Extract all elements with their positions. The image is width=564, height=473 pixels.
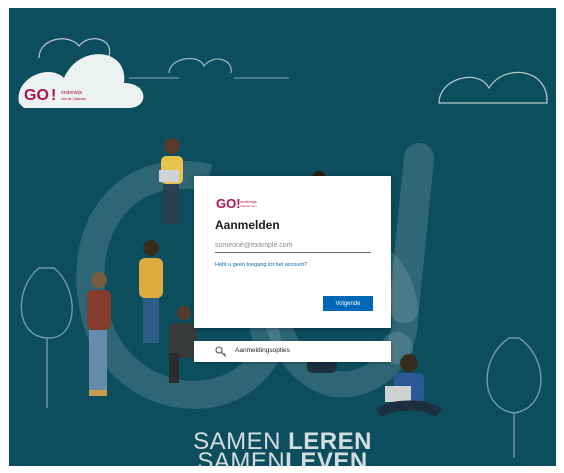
svg-text:onderwijs: onderwijs xyxy=(240,199,257,204)
go-logo: GO! onderwijs Vlaamse Gem. xyxy=(216,196,257,210)
signin-card: GO! onderwijs Vlaamse Gem. Aanmelden Heb… xyxy=(194,176,391,328)
page-title: Aanmelden xyxy=(215,218,280,232)
svg-text:GO: GO xyxy=(24,87,49,104)
signin-options-label: Aanmeldingsopties xyxy=(235,347,290,354)
svg-text:Vlaamse Gem.: Vlaamse Gem. xyxy=(240,204,257,208)
key-icon xyxy=(215,346,227,357)
svg-text:van de Vlaamse: van de Vlaamse xyxy=(61,97,86,101)
email-field[interactable] xyxy=(215,238,371,253)
svg-text:GO!: GO! xyxy=(216,196,241,210)
slogan-line-2-bold: LEVEN xyxy=(285,448,368,466)
signin-options-button[interactable]: Aanmeldingsopties xyxy=(194,341,391,362)
slogan-line-2-light: SAMEN xyxy=(197,448,286,466)
svg-text:onderwijs: onderwijs xyxy=(61,90,83,96)
svg-text:!: ! xyxy=(51,87,56,104)
next-button[interactable]: Volgende xyxy=(323,296,373,311)
no-account-link[interactable]: Hebt u geen toegang tot het account? xyxy=(215,262,307,268)
slogan-line-2: SAMENLEVEN xyxy=(9,448,556,466)
